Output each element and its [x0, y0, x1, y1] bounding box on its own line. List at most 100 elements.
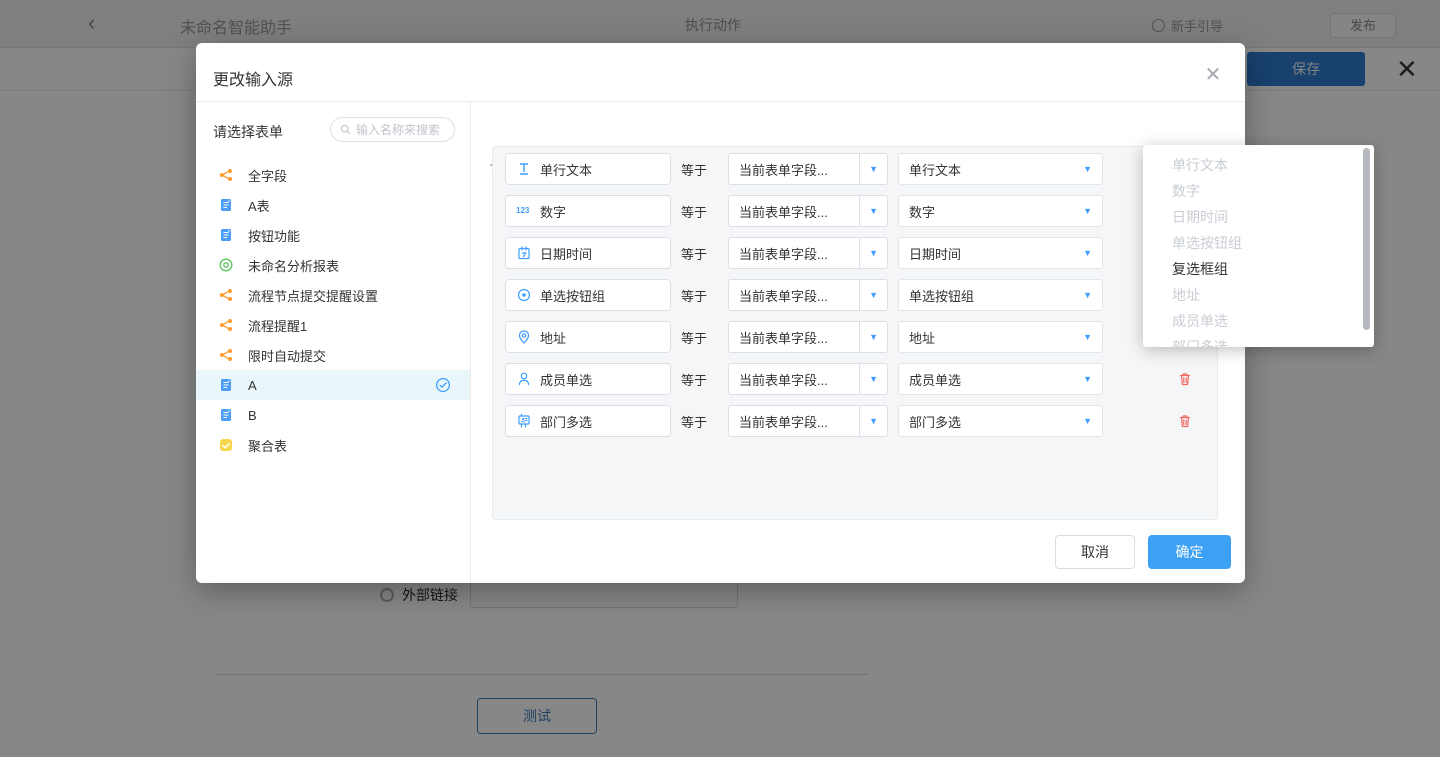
add-field-dropdown: 单行文本 数字 日期时间 单选按钮组 复选框组 地址 成员单选 部门多选: [1143, 145, 1374, 347]
trash-icon[interactable]: [1177, 413, 1193, 429]
dropdown-scrollbar[interactable]: [1363, 148, 1370, 330]
flow-icon: [218, 167, 234, 183]
form-search-box[interactable]: [330, 117, 455, 142]
source-select[interactable]: 当前表单字段... ▼: [728, 321, 888, 353]
sidebar-item-report[interactable]: 未命名分析报表: [196, 250, 470, 280]
cancel-button[interactable]: 取消: [1055, 535, 1135, 569]
chevron-down-icon[interactable]: ▼: [859, 279, 887, 311]
form-icon: [218, 407, 234, 423]
field-row-datetime: 日期时间 等于 当前表单字段... ▼ 日期时间 ▼: [505, 237, 1205, 269]
value-select[interactable]: 单行文本 ▼: [898, 153, 1103, 185]
chevron-down-icon: ▼: [1083, 416, 1092, 426]
field-row-address: 地址 等于 当前表单字段... ▼ 地址 ▼: [505, 321, 1205, 353]
modal-header-divider: [196, 101, 1245, 102]
source-select[interactable]: 当前表单字段... ▼: [728, 405, 888, 437]
sidebar-item-a-selected[interactable]: A: [196, 370, 470, 400]
chevron-down-icon: ▼: [1083, 290, 1092, 300]
chevron-down-icon[interactable]: ▼: [859, 195, 887, 227]
sidebar-item-label: 未命名分析报表: [248, 256, 339, 275]
operator-label: 等于: [681, 328, 727, 347]
flow-icon: [218, 347, 234, 363]
source-select-value: 当前表单字段...: [729, 412, 859, 431]
value-select-value: 地址: [909, 328, 935, 347]
field-rows-container: 单行文本 等于 当前表单字段... ▼ 单行文本 ▼ 123 数字 等于 当前表…: [492, 146, 1218, 520]
field-name-label: 日期时间: [540, 244, 592, 263]
form-search-input[interactable]: [356, 123, 448, 137]
value-select-value: 单选按钮组: [909, 286, 974, 305]
value-select-value: 单行文本: [909, 160, 961, 179]
sidebar-item-label: A: [248, 378, 257, 393]
dropdown-item-checkboxgroup[interactable]: 复选框组: [1143, 256, 1374, 282]
form-select-label: 请选择表单: [213, 122, 283, 142]
value-select[interactable]: 数字 ▼: [898, 195, 1103, 227]
field-name-box: 单选按钮组: [505, 279, 671, 311]
value-select[interactable]: 成员单选 ▼: [898, 363, 1103, 395]
source-select-value: 当前表单字段...: [729, 160, 859, 179]
location-icon: [516, 329, 532, 345]
source-select-value: 当前表单字段...: [729, 244, 859, 263]
dropdown-item-number: 数字: [1143, 178, 1374, 204]
field-row-member: 成员单选 等于 当前表单字段... ▼ 成员单选 ▼: [505, 363, 1205, 395]
sidebar-divider: [470, 102, 471, 583]
report-icon: [218, 257, 234, 273]
confirm-button[interactable]: 确定: [1148, 535, 1231, 569]
form-icon: [218, 377, 234, 393]
source-select[interactable]: 当前表单字段... ▼: [728, 237, 888, 269]
sidebar-item-flow-remind1[interactable]: 流程提醒1: [196, 310, 470, 340]
source-select-value: 当前表单字段...: [729, 328, 859, 347]
value-select[interactable]: 地址 ▼: [898, 321, 1103, 353]
field-name-label: 成员单选: [540, 370, 592, 389]
source-select[interactable]: 当前表单字段... ▼: [728, 279, 888, 311]
department-icon: [516, 413, 532, 429]
radio-icon: [516, 287, 532, 303]
text-icon: [516, 161, 532, 177]
source-select[interactable]: 当前表单字段... ▼: [728, 195, 888, 227]
field-row-text: 单行文本 等于 当前表单字段... ▼ 单行文本 ▼: [505, 153, 1205, 185]
chevron-down-icon: ▼: [1083, 374, 1092, 384]
sidebar-item-b[interactable]: B: [196, 400, 470, 430]
source-select-value: 当前表单字段...: [729, 286, 859, 305]
field-name-box: 成员单选: [505, 363, 671, 395]
sidebar-item-all-fields[interactable]: 全字段: [196, 160, 470, 190]
sidebar-item-label: A表: [248, 196, 270, 215]
sidebar-item-label: 流程提醒1: [248, 316, 307, 335]
sidebar-item-label: 按钮功能: [248, 226, 300, 245]
chevron-down-icon: ▼: [1083, 332, 1092, 342]
sidebar-item-timed-submit[interactable]: 限时自动提交: [196, 340, 470, 370]
flow-icon: [218, 287, 234, 303]
operator-label: 等于: [681, 370, 727, 389]
value-select[interactable]: 单选按钮组 ▼: [898, 279, 1103, 311]
check-circle-icon: [435, 377, 451, 393]
field-row-number: 123 数字 等于 当前表单字段... ▼ 数字 ▼: [505, 195, 1205, 227]
value-select-value: 成员单选: [909, 370, 961, 389]
sidebar-item-a-table[interactable]: A表: [196, 190, 470, 220]
source-select[interactable]: 当前表单字段... ▼: [728, 153, 888, 185]
flow-icon: [218, 317, 234, 333]
chevron-down-icon[interactable]: ▼: [859, 237, 887, 269]
sidebar-item-flow-node-remind[interactable]: 流程节点提交提醒设置: [196, 280, 470, 310]
value-select[interactable]: 部门多选 ▼: [898, 405, 1103, 437]
operator-label: 等于: [681, 286, 727, 305]
value-select[interactable]: 日期时间 ▼: [898, 237, 1103, 269]
number-icon: 123: [516, 203, 532, 219]
sidebar-item-aggregate[interactable]: 聚合表: [196, 430, 470, 460]
dropdown-item-department: 部门多选: [1143, 334, 1374, 347]
dropdown-item-text: 单行文本: [1143, 152, 1374, 178]
form-icon: [218, 227, 234, 243]
field-name-label: 部门多选: [540, 412, 592, 431]
sidebar-item-button-func[interactable]: 按钮功能: [196, 220, 470, 250]
chevron-down-icon[interactable]: ▼: [859, 405, 887, 437]
sidebar-item-label: 流程节点提交提醒设置: [248, 286, 378, 305]
source-select[interactable]: 当前表单字段... ▼: [728, 363, 888, 395]
source-select-value: 当前表单字段...: [729, 370, 859, 389]
chevron-down-icon[interactable]: ▼: [859, 153, 887, 185]
chevron-down-icon[interactable]: ▼: [859, 321, 887, 353]
field-name-box: 部门多选: [505, 405, 671, 437]
trash-icon[interactable]: [1177, 371, 1193, 387]
chevron-down-icon[interactable]: ▼: [859, 363, 887, 395]
chevron-down-icon: ▼: [1083, 206, 1092, 216]
field-name-label: 单选按钮组: [540, 286, 605, 305]
modal-close-icon[interactable]: ✕: [1201, 63, 1225, 87]
operator-label: 等于: [681, 244, 727, 263]
chevron-down-icon: ▼: [1083, 248, 1092, 258]
